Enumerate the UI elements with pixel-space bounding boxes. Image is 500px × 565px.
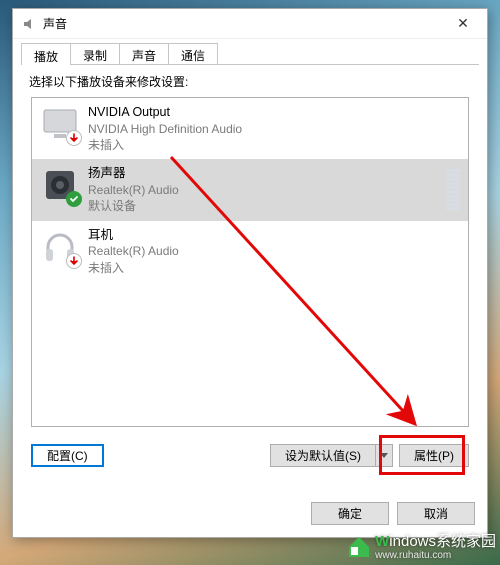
cancel-button[interactable]: 取消 — [397, 502, 475, 525]
tab-communications[interactable]: 通信 — [168, 43, 218, 65]
level-meter — [446, 165, 460, 214]
tab-strip: 播放 录制 声音 通信 — [13, 39, 487, 65]
device-row[interactable]: 扬声器 Realtek(R) Audio 默认设备 — [32, 159, 468, 220]
device-driver: NVIDIA High Definition Audio — [88, 121, 460, 137]
tab-recording[interactable]: 录制 — [70, 43, 120, 65]
playback-panel: 选择以下播放设备来修改设置: NVIDIA Output NVIDIA High… — [21, 65, 479, 483]
device-driver: Realtek(R) Audio — [88, 182, 446, 198]
close-button[interactable]: ✕ — [443, 10, 483, 38]
unplugged-badge-icon — [66, 253, 82, 269]
tab-playback[interactable]: 播放 — [21, 43, 71, 65]
ok-button[interactable]: 确定 — [311, 502, 389, 525]
unplugged-badge-icon — [66, 130, 82, 146]
dialog-buttons: 确定 取消 — [311, 502, 475, 525]
sound-icon — [21, 16, 37, 32]
device-status: 未插入 — [88, 137, 460, 153]
speaker-icon — [40, 165, 80, 205]
device-name: 扬声器 — [88, 165, 446, 182]
properties-button[interactable]: 属性(P) — [399, 444, 469, 467]
watermark: Windows系统家园 www.ruhaitu.com — [347, 530, 496, 561]
chevron-down-icon — [380, 453, 388, 458]
device-status: 默认设备 — [88, 198, 446, 214]
device-list[interactable]: NVIDIA Output NVIDIA High Definition Aud… — [31, 97, 469, 427]
watermark-url: www.ruhaitu.com — [375, 551, 496, 561]
instruction-text: 选择以下播放设备来修改设置: — [29, 73, 471, 90]
headphone-icon — [40, 227, 80, 267]
device-row[interactable]: NVIDIA Output NVIDIA High Definition Aud… — [32, 98, 468, 159]
window-title: 声音 — [43, 15, 443, 32]
configure-button[interactable]: 配置(C) — [31, 444, 104, 467]
watermark-logo-icon — [347, 535, 371, 557]
panel-footer: 配置(C) 设为默认值(S) 属性(P) — [31, 444, 469, 467]
title-bar[interactable]: 声音 ✕ — [13, 9, 487, 39]
device-driver: Realtek(R) Audio — [88, 243, 460, 259]
close-icon: ✕ — [457, 15, 469, 32]
device-row[interactable]: 耳机 Realtek(R) Audio 未插入 — [32, 221, 468, 282]
monitor-icon — [40, 104, 80, 144]
device-name: NVIDIA Output — [88, 104, 460, 121]
device-status: 未插入 — [88, 260, 460, 276]
sound-dialog: 声音 ✕ 播放 录制 声音 通信 选择以下播放设备来修改设置: NVIDIA O… — [12, 8, 488, 538]
set-default-dropdown[interactable] — [375, 444, 393, 467]
set-default-button[interactable]: 设为默认值(S) — [270, 444, 375, 467]
set-default-split: 设为默认值(S) — [270, 444, 393, 467]
tab-sounds[interactable]: 声音 — [119, 43, 169, 65]
device-name: 耳机 — [88, 227, 460, 244]
